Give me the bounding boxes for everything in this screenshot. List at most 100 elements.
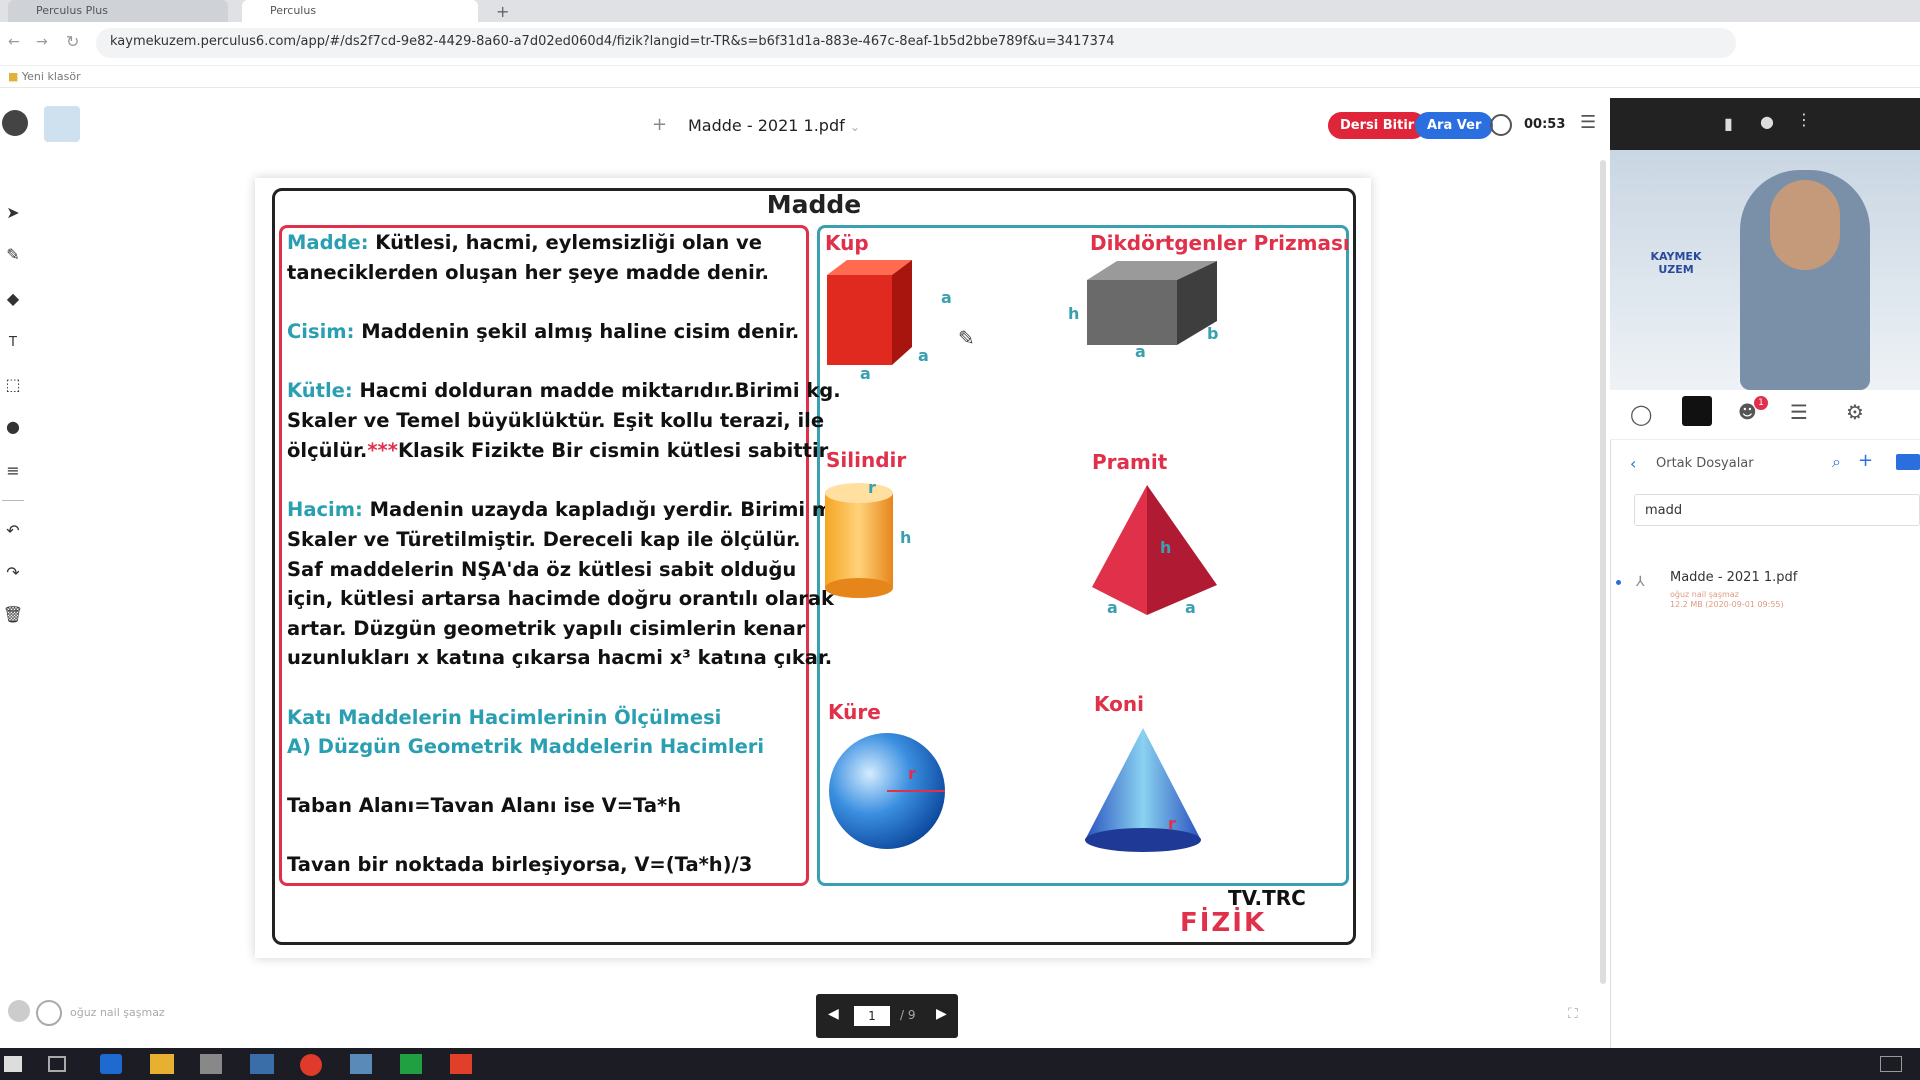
pen-tool-icon[interactable]: ✎: [2, 244, 24, 266]
task-view-icon[interactable]: [48, 1056, 66, 1072]
chrome-icon[interactable]: [300, 1054, 322, 1076]
undo-icon[interactable]: ↶: [2, 520, 24, 542]
text: Hacmi dolduran madde miktarıdır.Birimi k…: [352, 379, 841, 402]
add-document-icon[interactable]: +: [652, 114, 667, 135]
chat-tab-icon[interactable]: ◯: [1630, 402, 1652, 426]
fullscreen-icon[interactable]: ⛶: [1568, 1006, 1578, 1022]
mail-icon[interactable]: [250, 1054, 274, 1074]
madde-line-1: Madde: Kütlesi, hacmi, eylemsizliği olan…: [287, 228, 762, 258]
hacim-line-1: Hacim: Madenin uzayda kapladığı yerdir. …: [287, 495, 841, 525]
file-meta: 12.2 MB (2020-09-01 09:55): [1670, 600, 1784, 609]
os-taskbar: [0, 1048, 1920, 1080]
pdf-file-icon: ⅄: [1636, 574, 1645, 590]
forward-icon[interactable]: →: [36, 34, 48, 50]
notifications-icon[interactable]: [1880, 1056, 1902, 1072]
add-file-icon[interactable]: +: [1858, 450, 1873, 471]
file-name: Madde - 2021 1.pdf: [1670, 570, 1798, 585]
dim-label: a: [860, 364, 871, 383]
search-icon[interactable]: ⌕: [1832, 452, 1841, 472]
select-area-tool-icon[interactable]: ⬚: [2, 374, 24, 396]
bookmark-folder[interactable]: ■ Yeni klasör: [8, 70, 81, 83]
cisim-line-1: Cisim: Maddenin şekil almış haline cisim…: [287, 317, 799, 347]
dim-label: b: [1207, 324, 1219, 343]
timer: 00:53: [1524, 117, 1566, 132]
explorer-icon[interactable]: [150, 1054, 174, 1074]
presentation-icon[interactable]: [450, 1054, 472, 1074]
dim-label: a: [918, 346, 929, 365]
back-icon[interactable]: ‹: [1630, 454, 1636, 473]
clock-icon: [1490, 114, 1512, 136]
bookmarks-bar: ■ Yeni klasör: [0, 66, 1920, 88]
app-icon[interactable]: [350, 1054, 372, 1074]
pencil-cursor-icon: ✎: [958, 326, 975, 350]
madde-line-2: taneciklerden oluşan her şeye madde deni…: [287, 261, 770, 284]
kutle-line-2: Skaler ve Temel büyüklüktür. Eşit kollu …: [287, 409, 825, 432]
browser-tab-active[interactable]: Perculus: [242, 0, 478, 22]
formula-1: Taban Alanı=Tavan Alanı ise V=Ta*h: [287, 794, 682, 817]
camera-icon[interactable]: ▮: [1724, 114, 1733, 133]
text: Maddenin şekil almış haline cisim denir.: [354, 320, 800, 343]
dim-label: h: [900, 528, 912, 547]
dim-label: a: [1135, 342, 1146, 361]
menu-icon[interactable]: ☰: [1580, 112, 1596, 133]
trash-icon[interactable]: 🗑: [2, 604, 24, 626]
text-tool-icon[interactable]: T: [2, 332, 24, 354]
edge-icon[interactable]: [100, 1054, 122, 1074]
url-text: kaymekuzem.perculus6.com/app/#/ds2f7cd-9…: [110, 34, 1115, 49]
hacim-line-3: Saf maddelerin NŞA'da öz kütlesi sabit o…: [287, 558, 797, 581]
subheading-2: A) Düzgün Geometrik Maddelerin Hacimleri: [287, 735, 765, 758]
dim-label: r: [868, 478, 876, 497]
page-input[interactable]: 1: [854, 1006, 890, 1026]
pause-button[interactable]: Ara Ver: [1415, 112, 1494, 139]
eraser-tool-icon[interactable]: ◆: [2, 288, 24, 310]
back-icon[interactable]: ←: [8, 34, 20, 50]
dim-label: h: [1160, 538, 1172, 557]
dim-label: a: [1185, 598, 1196, 617]
term-madde: Madde:: [287, 231, 369, 254]
presenter-face: [1770, 180, 1840, 270]
institution-logo: [44, 106, 80, 142]
start-icon[interactable]: [4, 1056, 22, 1072]
subheading-1: Katı Maddelerin Hacimlerinin Ölçülmesi: [287, 706, 722, 729]
page-navigator: ◀ 1 / 9 ▶: [816, 994, 958, 1038]
scrollbar[interactable]: [1600, 160, 1606, 984]
list-tab-icon[interactable]: ☰: [1790, 400, 1808, 424]
cone-shape: [1085, 728, 1201, 852]
new-tab-icon[interactable]: +: [496, 2, 509, 21]
browser-tab[interactable]: Perculus Plus: [8, 0, 228, 22]
color-picker-icon[interactable]: ●: [2, 416, 24, 438]
app-logo-icon: [2, 110, 28, 136]
pointer-tool-icon[interactable]: ➤: [2, 202, 24, 224]
settings-tab-icon[interactable]: ⚙: [1846, 400, 1864, 424]
files-tab-icon[interactable]: [1682, 396, 1712, 426]
line-width-icon[interactable]: ≡: [2, 460, 24, 482]
upload-folder-icon[interactable]: [1896, 454, 1920, 470]
hacim-line-2: Skaler ve Türetilmiştir. Dereceli kap il…: [287, 528, 801, 551]
redo-icon[interactable]: ↷: [2, 562, 24, 584]
search-input[interactable]: madd: [1634, 494, 1920, 526]
dim-label: a: [1107, 598, 1118, 617]
microphone-icon[interactable]: ●: [1760, 112, 1774, 131]
app-toolbar: + Madde - 2021 1.pdf ⌄ Dersi Bitir Ara V…: [0, 98, 1610, 158]
fizik-logo: FİZİK: [1180, 908, 1267, 938]
trt-logo: TV.TRC: [1228, 886, 1306, 910]
text: Madenin uzayda kapladığı yerdir. Birimi …: [362, 498, 841, 521]
file-owner: oğuz nail şaşmaz: [1670, 590, 1739, 599]
text: Klasik Fizikte Bir cismin kütlesi sabitt…: [397, 439, 833, 462]
spreadsheet-icon[interactable]: [400, 1054, 422, 1074]
pyramid-shape: [1092, 485, 1217, 615]
reload-icon[interactable]: ↻: [66, 32, 79, 51]
store-icon[interactable]: [200, 1054, 222, 1074]
page-total: / 9: [900, 1008, 916, 1022]
end-lesson-button[interactable]: Dersi Bitir: [1328, 112, 1427, 139]
document-selector[interactable]: Madde - 2021 1.pdf ⌄: [688, 116, 860, 135]
dim-label: h: [1068, 304, 1080, 323]
text: ölçülür.: [287, 439, 368, 462]
next-page-icon[interactable]: ▶: [936, 1006, 947, 1022]
more-options-icon[interactable]: ⋮: [1796, 110, 1812, 129]
prev-page-icon[interactable]: ◀: [828, 1006, 839, 1022]
tab-label: Perculus Plus: [36, 4, 108, 17]
file-list-item[interactable]: ⅄ Madde - 2021 1.pdf oğuz nail şaşmaz 12…: [1612, 570, 1920, 624]
prism-shape: [1087, 261, 1217, 345]
term-cisim: Cisim:: [287, 320, 355, 343]
